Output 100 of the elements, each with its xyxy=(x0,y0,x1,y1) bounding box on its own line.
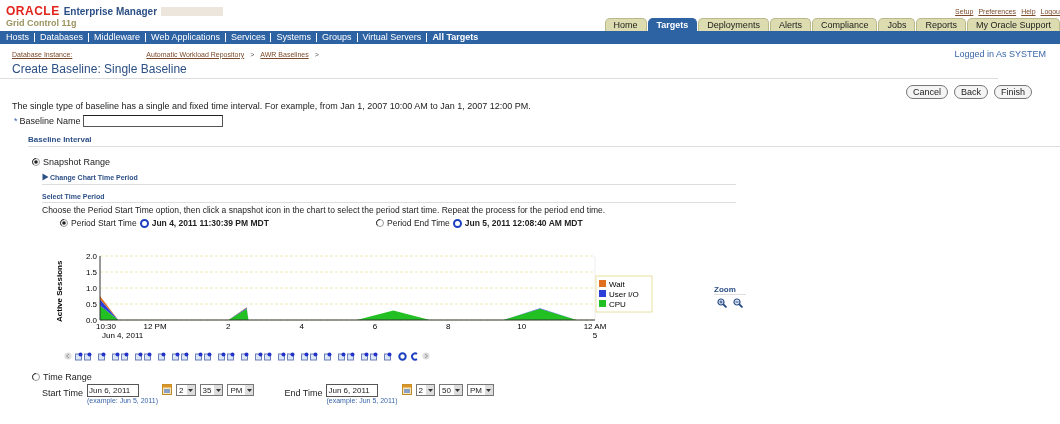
legend-background xyxy=(595,275,653,313)
snapshot-icon[interactable] xyxy=(264,351,272,361)
action-button[interactable]: Finish xyxy=(994,85,1032,99)
field-label: Baseline Name xyxy=(19,116,81,126)
x-tick-label: 6 xyxy=(372,322,378,331)
snapshot-icon[interactable] xyxy=(112,351,120,361)
radio-label: Snapshot Range xyxy=(43,157,111,167)
y-tick-label: 0.5 xyxy=(85,300,97,309)
snapshot-icon[interactable] xyxy=(84,351,92,361)
snapshot-icon[interactable] xyxy=(278,351,286,361)
section-heading: Baseline Interval xyxy=(28,135,1060,147)
dropdown-arrow-icon xyxy=(246,388,252,392)
nav-link[interactable]: Groups xyxy=(317,33,358,42)
dropdown-arrow-icon xyxy=(215,388,221,392)
nav-link[interactable]: Hosts xyxy=(6,33,35,42)
period-time: Jun 5, 2011 12:08:40 AM MDT xyxy=(464,218,583,228)
snapshot-marker-icon xyxy=(452,218,462,228)
nav-link[interactable]: Systems xyxy=(271,33,317,42)
tab[interactable]: Reports xyxy=(916,18,966,31)
snapshot-icon[interactable] xyxy=(195,351,203,361)
logo: ORACLE xyxy=(6,4,60,18)
snapshot-icon[interactable] xyxy=(204,351,212,361)
dropdown-arrow-icon xyxy=(455,388,461,392)
calendar-icon[interactable] xyxy=(401,384,412,395)
dropdown[interactable]: 50 xyxy=(439,384,463,396)
legend-label: Wait xyxy=(609,279,625,289)
snapshot-marker-icon xyxy=(398,351,407,361)
zoom-in-icon[interactable] xyxy=(716,298,727,308)
x-tick-label: 10:30 xyxy=(96,322,117,331)
snapshot-icon[interactable] xyxy=(347,351,355,361)
radio-button[interactable] xyxy=(376,219,384,227)
radio-button[interactable] xyxy=(32,373,40,381)
input-field[interactable] xyxy=(82,115,223,127)
dropdown-arrow-icon xyxy=(427,388,433,392)
date-field[interactable]: Jun 6, 2011 xyxy=(87,384,139,397)
product-name: Enterprise Manager xyxy=(63,5,158,17)
y-tick-label: 2.0 xyxy=(85,252,97,261)
action-button[interactable]: Cancel xyxy=(905,85,948,99)
snapshot-icon[interactable] xyxy=(172,351,180,361)
snapshot-icon[interactable] xyxy=(144,351,152,361)
snapshot-icon[interactable] xyxy=(75,351,83,361)
snapshot-icon[interactable] xyxy=(324,351,332,361)
snapshot-icon[interactable] xyxy=(301,351,309,361)
dropdown-arrow-icon xyxy=(188,388,194,392)
snapshot-icon[interactable] xyxy=(98,351,106,361)
snapshot-icon[interactable] xyxy=(287,351,295,361)
snapshot-icon[interactable] xyxy=(370,351,378,361)
snapshot-icon[interactable] xyxy=(135,351,143,361)
tab[interactable]: Home xyxy=(604,18,647,31)
radio-button[interactable] xyxy=(32,158,40,166)
radio-label: Period End Time xyxy=(387,218,450,228)
nav-link[interactable]: Middleware xyxy=(89,33,147,42)
tab[interactable]: My Oracle Support xyxy=(966,18,1060,31)
snapshot-marker-icon xyxy=(410,351,419,361)
nav-link[interactable]: Virtual Servers xyxy=(357,33,428,42)
x-tick-label: 12 PM xyxy=(143,322,167,331)
dropdown[interactable]: 35 xyxy=(199,384,224,396)
zoom-out-icon[interactable] xyxy=(732,298,743,308)
y-tick-label: 1.0 xyxy=(85,284,97,293)
tab[interactable]: Alerts xyxy=(769,18,811,31)
snapshot-icon[interactable] xyxy=(121,351,129,361)
date-field[interactable]: Jun 6, 2011 xyxy=(326,384,379,397)
calendar-icon[interactable] xyxy=(162,384,173,395)
nav-link[interactable]: Web Applications xyxy=(146,33,226,42)
tab[interactable]: Compliance xyxy=(811,18,878,31)
snapshot-icon[interactable] xyxy=(227,351,235,361)
dropdown[interactable]: 2 xyxy=(176,384,196,396)
snapshot-icon[interactable] xyxy=(255,351,263,361)
login-status: Logged in As SYSTEM xyxy=(954,49,1046,59)
snapshot-icon[interactable] xyxy=(384,351,392,361)
description: The single type of baseline has a single and fixed time interval. For example, from Jan 1, 2007 10:00 AM to Jan 1, 2007 12:00 PM. xyxy=(11,100,532,111)
x-tick-label: 8 xyxy=(446,322,451,331)
y-axis-label: Active Sessions xyxy=(55,260,64,322)
radio-button[interactable] xyxy=(60,219,68,227)
x-tick-label: 10 xyxy=(517,322,527,331)
snapshot-icon[interactable] xyxy=(158,351,166,361)
tab[interactable]: Deployments xyxy=(698,18,769,31)
tab[interactable]: Targets xyxy=(647,18,698,31)
expand-triangle-icon[interactable] xyxy=(42,173,49,181)
radio-label: Period Start Time xyxy=(71,218,137,228)
dropdown[interactable]: PM xyxy=(227,384,255,396)
page-title: Create Baseline: Single Baseline xyxy=(0,59,998,79)
snapshot-icon[interactable] xyxy=(338,351,346,361)
snapshot-icon[interactable] xyxy=(181,351,189,361)
snapshot-icon[interactable] xyxy=(241,351,249,361)
snapshot-icon[interactable] xyxy=(310,351,318,361)
nav-link[interactable]: All Targets xyxy=(427,33,484,42)
tab[interactable]: Jobs xyxy=(878,18,916,31)
dropdown[interactable]: 2 xyxy=(415,384,435,396)
dropdown[interactable]: PM xyxy=(466,384,494,396)
action-button[interactable]: Back xyxy=(953,85,988,99)
x-tick-label: 2 xyxy=(226,322,231,331)
nav-link[interactable]: Databases xyxy=(35,33,90,42)
blurred-box xyxy=(161,6,224,16)
period-time: Jun 4, 2011 11:30:39 PM MDT xyxy=(151,218,269,228)
snapshot-icon[interactable] xyxy=(361,351,369,361)
field-label: End Time xyxy=(284,388,323,398)
snapshot-icon[interactable] xyxy=(218,351,226,361)
nav-link[interactable]: Services xyxy=(225,33,272,42)
instructions: Choose the Period Start Time option, then click a snapshot icon in the chart to select the period start time. Repeat the process for the period end time. xyxy=(42,204,607,215)
